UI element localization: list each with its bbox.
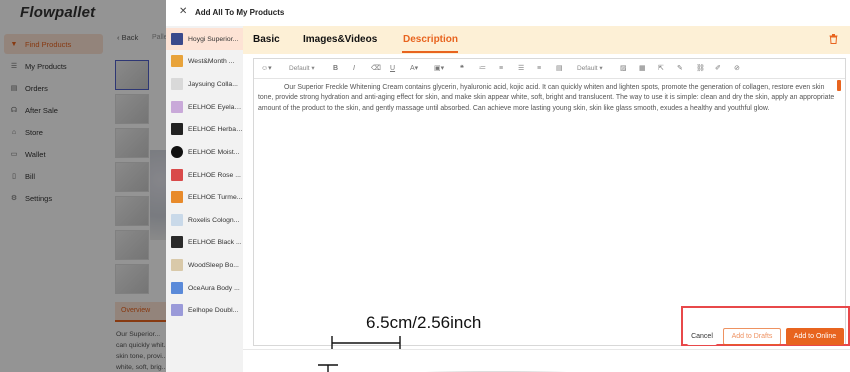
- justify-icon[interactable]: ▤: [556, 63, 563, 74]
- trash-icon[interactable]: [829, 34, 838, 44]
- product-name: EELHOE Black ...: [188, 238, 242, 246]
- table-icon[interactable]: ▦: [639, 63, 646, 74]
- product-list-item[interactable]: EELHOE Black ...: [166, 231, 243, 253]
- product-list-item[interactable]: West&Month ...: [166, 50, 243, 72]
- product-list-item[interactable]: EELHOE Herbal...: [166, 118, 243, 140]
- active-tab-indicator: [402, 51, 458, 53]
- emoji-icon[interactable]: ☺▾: [261, 63, 272, 74]
- align-left-icon[interactable]: ☰: [518, 63, 524, 74]
- product-name: EELHOE Moist...: [188, 148, 240, 156]
- product-thumbnail: [171, 259, 183, 271]
- bulleted-list-icon[interactable]: ≔: [479, 63, 486, 74]
- image-size-caption: 6.5cm/2.56inch: [366, 313, 482, 332]
- product-list-item[interactable]: Roxelis Cologn...: [166, 209, 243, 231]
- product-list-item[interactable]: Jaysuing Colla...: [166, 73, 243, 95]
- product-name: EELHOE Eyelas...: [188, 103, 243, 111]
- product-thumbnail: [171, 146, 183, 158]
- tab-basic[interactable]: Basic: [253, 34, 280, 45]
- paragraph-select-value: Default: [289, 65, 310, 72]
- tab-images-videos[interactable]: Images&Videos: [303, 34, 377, 45]
- editor-tabs: Basic Images&Videos Description: [243, 26, 850, 54]
- highlight-color-icon[interactable]: ▣▾: [434, 63, 444, 74]
- external-link-icon[interactable]: ⇱: [658, 63, 664, 74]
- product-thumbnail: [171, 101, 183, 113]
- drawer-header: ✕ Add All To My Products: [166, 0, 850, 26]
- numbered-list-icon[interactable]: ≡: [499, 63, 503, 74]
- product-list-item[interactable]: Hoygi Superior...: [166, 28, 243, 50]
- product-thumbnail: [171, 55, 183, 67]
- product-thumbnail: [171, 214, 183, 226]
- bold-icon[interactable]: B: [333, 63, 338, 74]
- product-thumbnail: [171, 236, 183, 248]
- product-thumbnail: [171, 282, 183, 294]
- editor-toolbar: ☺▾ Default ▾ B I ⌫ U A▾ ▣▾ ❝ ≔ ≡ ☰ ≡ ▤ D…: [254, 59, 845, 79]
- description-text[interactable]: Our Superior Freckle Whitening Cream con…: [258, 83, 841, 114]
- product-thumbnail: [171, 304, 183, 316]
- tab-description[interactable]: Description: [403, 34, 458, 45]
- product-list-item[interactable]: WoodSleep Bo...: [166, 254, 243, 276]
- align-center-icon[interactable]: ≡: [537, 63, 541, 74]
- product-thumbnail: [171, 33, 183, 45]
- product-list-item[interactable]: EELHOE Moist...: [166, 141, 243, 163]
- add-to-online-button[interactable]: Add to Online: [786, 328, 844, 345]
- product-name: WoodSleep Bo...: [188, 261, 239, 269]
- font-color-icon[interactable]: A▾: [410, 63, 418, 74]
- add-to-drafts-button[interactable]: Add to Drafts: [723, 328, 781, 345]
- product-list: Hoygi Superior... West&Month ... Jaysuin…: [166, 26, 243, 372]
- paragraph-select[interactable]: Default ▾: [289, 63, 315, 74]
- product-thumbnail: [171, 191, 183, 203]
- product-name: Roxelis Cologn...: [188, 216, 240, 224]
- product-list-item[interactable]: EELHOE Rose ...: [166, 164, 243, 186]
- drawer-footer: [243, 349, 850, 372]
- product-name: EELHOE Turme...: [188, 193, 243, 201]
- product-name: West&Month ...: [188, 57, 235, 65]
- clear-format-icon[interactable]: ⌫: [371, 63, 381, 74]
- link-icon[interactable]: ⛓: [696, 63, 705, 74]
- font-size-select[interactable]: Default ▾: [577, 63, 603, 74]
- product-thumbnail: [171, 78, 183, 90]
- product-name: EELHOE Rose ...: [188, 171, 241, 179]
- close-icon[interactable]: ✕: [179, 7, 187, 17]
- rich-text-editor[interactable]: ☺▾ Default ▾ B I ⌫ U A▾ ▣▾ ❝ ≔ ≡ ☰ ≡ ▤ D…: [253, 58, 846, 372]
- product-list-item[interactable]: Eelhope Doubl...: [166, 299, 243, 321]
- italic-icon[interactable]: I: [353, 63, 355, 74]
- add-products-drawer: ✕ Add All To My Products Hoygi Superior.…: [166, 0, 850, 372]
- product-name: Hoygi Superior...: [188, 35, 239, 43]
- font-size-select-value: Default: [577, 65, 598, 72]
- product-thumbnail: [171, 123, 183, 135]
- product-name: Eelhope Doubl...: [188, 306, 239, 314]
- pen-icon[interactable]: ✎: [677, 63, 683, 74]
- product-list-item[interactable]: EELHOE Turme...: [166, 186, 243, 208]
- edit-icon[interactable]: ✐: [715, 63, 721, 74]
- product-list-item[interactable]: OceAura Body ...: [166, 277, 243, 299]
- drawer-title: Add All To My Products: [195, 8, 285, 17]
- underline-icon[interactable]: U: [390, 63, 395, 74]
- image-icon[interactable]: ▨: [620, 63, 627, 74]
- cancel-button[interactable]: Cancel: [687, 328, 717, 345]
- product-name: Jaysuing Colla...: [188, 80, 238, 88]
- product-name: EELHOE Herbal...: [188, 125, 243, 133]
- product-list-item[interactable]: EELHOE Eyelas...: [166, 96, 243, 118]
- product-name: OceAura Body ...: [188, 284, 240, 292]
- blockquote-icon[interactable]: ❝: [460, 63, 464, 74]
- scrollbar-thumb[interactable]: [837, 80, 841, 91]
- unlink-icon[interactable]: ⊘: [734, 63, 740, 74]
- product-thumbnail: [171, 169, 183, 181]
